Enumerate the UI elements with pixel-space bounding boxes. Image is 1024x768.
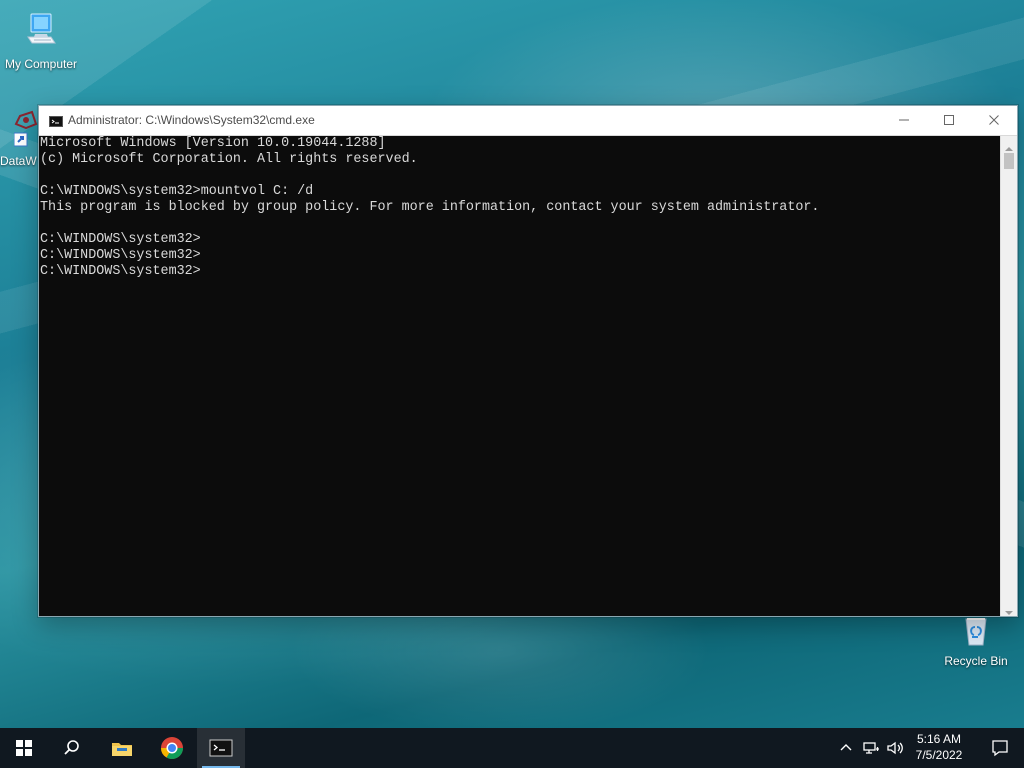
desktop-icon-label: DataW bbox=[0, 154, 37, 168]
show-hidden-icons-button[interactable] bbox=[836, 738, 856, 758]
clock-date: 7/5/2022 bbox=[915, 748, 963, 762]
clock-time: 5:16 AM bbox=[916, 732, 962, 746]
command-prompt-window[interactable]: Administrator: C:\Windows\System32\cmd.e… bbox=[38, 105, 1018, 617]
desktop-icon-label: My Computer bbox=[4, 57, 78, 71]
taskbar-clock[interactable]: 5:16 AM 7/5/2022 bbox=[910, 731, 968, 763]
window-titlebar[interactable]: Administrator: C:\Windows\System32\cmd.e… bbox=[39, 106, 1017, 136]
file-explorer-button[interactable] bbox=[98, 728, 146, 768]
chrome-button[interactable] bbox=[148, 728, 196, 768]
taskbar[interactable]: 5:16 AM 7/5/2022 bbox=[0, 728, 1024, 768]
notification-center-button[interactable] bbox=[990, 738, 1010, 758]
console-output[interactable]: Microsoft Windows [Version 10.0.19044.12… bbox=[39, 136, 1000, 616]
cmd-icon bbox=[49, 114, 63, 127]
cmd-taskbar-button[interactable] bbox=[197, 728, 245, 768]
start-button[interactable] bbox=[0, 728, 48, 768]
console-text: Microsoft Windows [Version 10.0.19044.12… bbox=[40, 136, 820, 279]
network-button[interactable] bbox=[861, 738, 881, 758]
notification-icon bbox=[990, 740, 1010, 762]
desktop-icon-label: Recycle Bin bbox=[944, 654, 1008, 668]
close-button[interactable] bbox=[972, 106, 1017, 135]
scroll-down-icon[interactable] bbox=[1005, 604, 1013, 615]
desktop-icon-recycle-bin[interactable]: Recycle Bin bbox=[936, 609, 1016, 668]
maximize-button[interactable] bbox=[927, 106, 972, 135]
network-icon bbox=[861, 742, 881, 762]
vertical-scrollbar[interactable] bbox=[1000, 136, 1017, 616]
search-button[interactable] bbox=[48, 728, 96, 768]
scroll-up-icon[interactable] bbox=[1005, 140, 1013, 151]
window-title: Administrator: C:\Windows\System32\cmd.e… bbox=[68, 113, 315, 127]
chevron-up-icon bbox=[836, 744, 856, 762]
volume-button[interactable] bbox=[885, 738, 905, 758]
minimize-button[interactable] bbox=[882, 106, 927, 135]
computer-icon bbox=[2, 10, 80, 55]
desktop-icon-my-computer[interactable]: My Computer bbox=[2, 10, 80, 71]
desktop-icon-dataw[interactable]: DataW bbox=[0, 109, 42, 168]
scroll-thumb[interactable] bbox=[1004, 153, 1014, 169]
volume-icon bbox=[885, 741, 905, 762]
